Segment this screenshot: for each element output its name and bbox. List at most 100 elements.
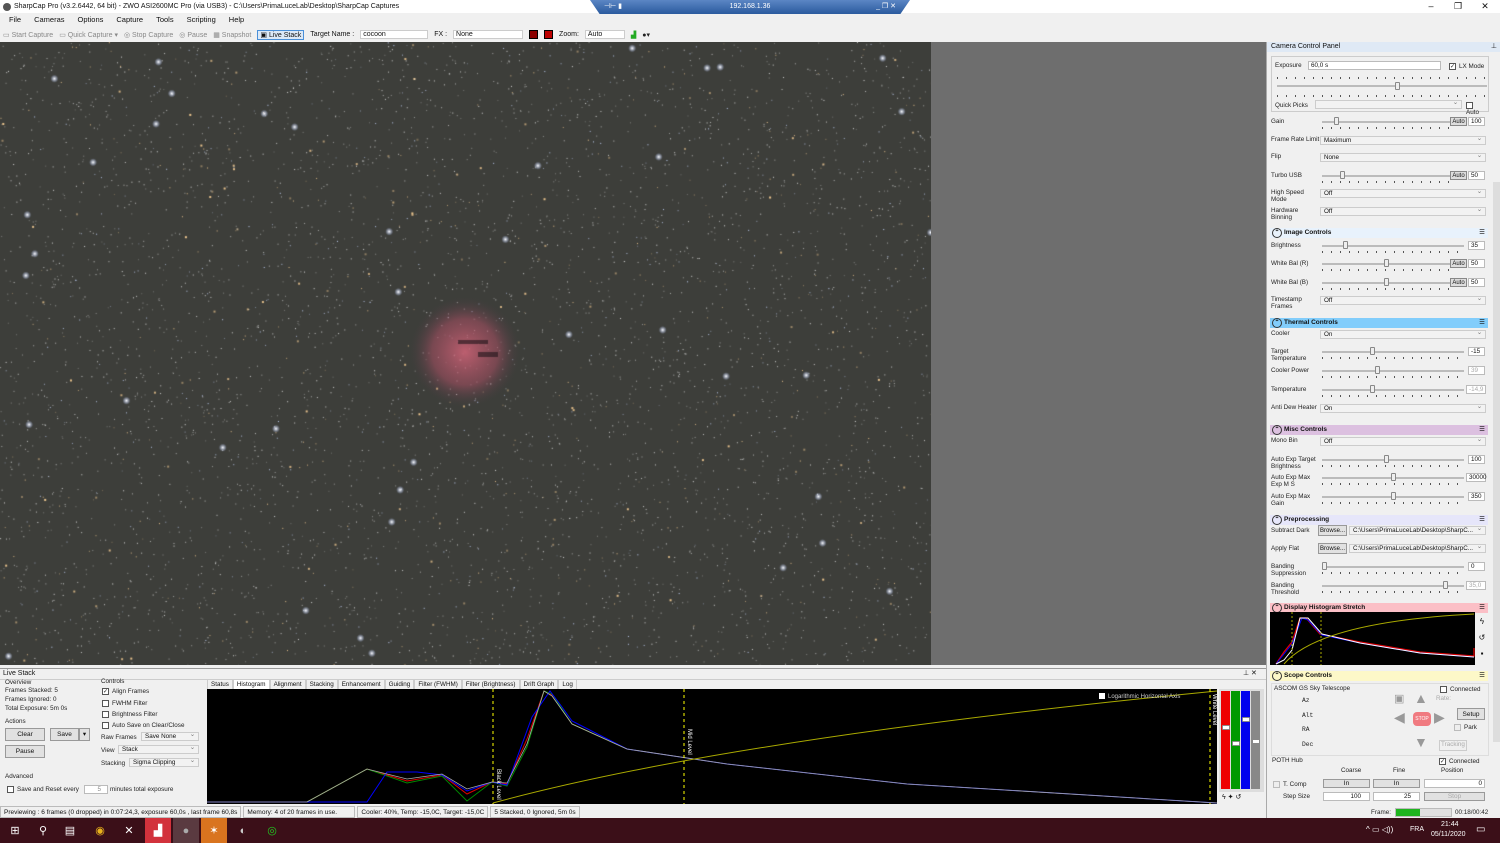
scope-stop-button[interactable]: STOP — [1413, 712, 1431, 726]
tab-drift-graph[interactable]: Drift Graph — [519, 679, 559, 689]
exposure-input[interactable]: 60,0 s — [1308, 61, 1441, 70]
section-menu-icon[interactable]: ☰ — [1479, 425, 1485, 435]
app-x-icon[interactable]: ✕ — [116, 818, 142, 843]
value-auto-exp-target-brightness[interactable]: 100 — [1468, 455, 1485, 464]
exposure-slider[interactable] — [1277, 85, 1487, 87]
menu-cameras[interactable]: Cameras — [34, 13, 64, 27]
green-level-thumb[interactable] — [1232, 741, 1240, 746]
live-stack-button[interactable]: ▣ Live Stack — [257, 29, 305, 40]
slider-cooler-power[interactable] — [1322, 370, 1464, 372]
stacking-select[interactable]: Sigma Clipping — [129, 757, 199, 767]
slider-thumb-cooler-power[interactable] — [1375, 366, 1381, 374]
south-arrow-icon[interactable]: ▼ — [1414, 734, 1428, 750]
menu-capture[interactable]: Capture — [116, 13, 143, 27]
search-icon[interactable]: ⚲ — [30, 818, 56, 843]
section-menu-icon[interactable]: ☰ — [1479, 671, 1485, 681]
value-cooler-power[interactable]: 39 — [1468, 366, 1485, 375]
remote-desktop-bar[interactable]: ⊣⊢ ▮ 192.168.1.36 _ ❐ ✕ — [590, 0, 910, 14]
save-reset-minutes-input[interactable]: 5 — [84, 785, 108, 794]
section-image-controls[interactable]: Image Controls☰ — [1270, 228, 1488, 238]
tcomp-checkbox[interactable]: T. Comp — [1273, 781, 1306, 789]
select-cooler[interactable]: On — [1320, 329, 1486, 339]
black-level-label[interactable]: Black Level — [495, 769, 501, 800]
menu-help[interactable]: Help — [229, 13, 244, 27]
lum-level-thumb[interactable] — [1252, 739, 1260, 744]
tab-log[interactable]: Log — [558, 679, 577, 689]
value-temperature[interactable]: -14,9 — [1466, 385, 1486, 394]
north-arrow-icon[interactable]: ▲ — [1414, 690, 1428, 706]
start-capture-button[interactable]: ▭ Start Capture — [3, 31, 53, 39]
app-star-icon[interactable]: ✶ — [201, 818, 227, 843]
stop-capture-button[interactable]: ◎ Stop Capture — [124, 31, 173, 39]
tab-alignment[interactable]: Alignment — [269, 679, 306, 689]
slider-thumb-auto-exp-max-exp-m-s[interactable] — [1390, 473, 1396, 481]
notifications-icon[interactable]: ▭ — [1476, 824, 1485, 835]
reset-icon[interactable]: ↺ — [1476, 630, 1488, 646]
save-button[interactable]: Save — [50, 728, 79, 741]
value-banding-threshold[interactable]: 35,0 — [1466, 581, 1486, 590]
menu-tools[interactable]: Tools — [156, 13, 174, 27]
red-level-thumb[interactable] — [1222, 725, 1230, 730]
select-high-speed-mode[interactable]: Off — [1320, 188, 1486, 198]
app-moon-icon[interactable]: ◐ — [230, 818, 256, 843]
coarse-step-input[interactable]: 100 — [1323, 792, 1370, 801]
browse-subtract-dark[interactable]: Browse... — [1318, 525, 1347, 536]
slider-thumb-target-temperature[interactable] — [1369, 347, 1375, 355]
slider-thumb-turbo-usb[interactable] — [1340, 171, 1346, 179]
browse-apply-flat[interactable]: Browse... — [1318, 543, 1347, 554]
value-auto-exp-max-gain[interactable]: 350 — [1468, 492, 1485, 501]
maximize-button[interactable]: ❐ — [1445, 0, 1471, 13]
stack-histogram-chart[interactable]: Black Level Mid Level White Level Logari… — [207, 689, 1217, 804]
camera-image[interactable] — [0, 42, 931, 665]
tray-icons[interactable]: ^ ▭ ◁)) — [1366, 825, 1393, 834]
value-banding-suppression[interactable]: 0 — [1468, 562, 1485, 571]
color-button-2[interactable] — [544, 30, 554, 39]
display-histogram-chart[interactable] — [1270, 612, 1475, 665]
zoom-select[interactable]: Auto — [584, 30, 625, 39]
auto-stretch-icon[interactable]: ϟ — [1476, 614, 1488, 630]
fwhm-filter-checkbox[interactable]: FWHM Filter — [102, 700, 147, 708]
slider-thumb-auto-exp-target-brightness[interactable] — [1383, 455, 1389, 463]
tab-filter-brightness-[interactable]: Filter (Brightness) — [461, 679, 520, 689]
path-apply-flat[interactable]: C:\Users\PrimaLuceLab\Desktop\SharpC... — [1349, 543, 1486, 553]
menu-file[interactable]: File — [9, 13, 21, 27]
slider-thumb-banding-threshold[interactable] — [1442, 581, 1448, 589]
level-tools[interactable]: ϟ ✦ ↺ — [1222, 793, 1241, 801]
app-red-icon[interactable]: ▟ — [145, 818, 171, 843]
menu-options[interactable]: Options — [78, 13, 104, 27]
section-menu-icon[interactable]: ☰ — [1479, 603, 1485, 613]
select-hardware-binning[interactable]: Off — [1320, 206, 1486, 216]
panel-pin-close[interactable]: ⊥ ✕ — [1243, 669, 1257, 677]
section-thermal-controls[interactable]: Thermal Controls☰ — [1270, 318, 1488, 328]
auto-save-checkbox[interactable]: Auto Save on Clear/Close — [102, 722, 184, 730]
auto-white-bal-b-[interactable]: Auto — [1450, 278, 1467, 287]
slider-gain[interactable] — [1322, 121, 1450, 123]
blue-level-thumb[interactable] — [1242, 717, 1250, 722]
tab-status[interactable]: Status — [207, 679, 233, 689]
task-view-icon[interactable]: ▤ — [57, 818, 83, 843]
park-checkbox[interactable]: Park — [1454, 724, 1477, 732]
clear-button[interactable]: Clear — [5, 728, 45, 741]
path-subtract-dark[interactable]: C:\Users\PrimaLuceLab\Desktop\SharpC... — [1349, 525, 1486, 535]
section-menu-icon[interactable]: ☰ — [1479, 228, 1485, 238]
slider-thumb-auto-exp-max-gain[interactable] — [1390, 492, 1396, 500]
mid-level-label[interactable]: Mid Level — [686, 729, 692, 755]
slider-thumb-banding-suppression[interactable] — [1322, 562, 1327, 570]
fx-select[interactable]: None — [453, 30, 524, 39]
menu-scripting[interactable]: Scripting — [187, 13, 216, 27]
app-green-icon[interactable]: ◎ — [259, 818, 285, 843]
tab-histogram[interactable]: Histogram — [232, 679, 270, 689]
section-menu-icon[interactable]: ☰ — [1479, 318, 1485, 328]
east-arrow-icon[interactable]: ▶ — [1434, 709, 1445, 726]
tab-enhancement[interactable]: Enhancement — [337, 679, 385, 689]
slider-target-temperature[interactable] — [1322, 351, 1464, 353]
target-name-input[interactable]: cocoon — [360, 30, 429, 39]
save-reset-checkbox[interactable]: Save and Reset every — [7, 786, 79, 794]
slider-thumb-white-bal-r-[interactable] — [1383, 259, 1389, 267]
slider-auto-exp-target-brightness[interactable] — [1322, 459, 1464, 461]
select-anti-dew-heater[interactable]: On — [1320, 403, 1486, 413]
tracking-button[interactable]: Tracking — [1439, 740, 1467, 751]
level-sliders[interactable] — [1219, 689, 1264, 792]
pin-icon[interactable]: ⊥ — [1491, 42, 1497, 50]
annotation-icon[interactable]: ●▾ — [642, 31, 650, 39]
